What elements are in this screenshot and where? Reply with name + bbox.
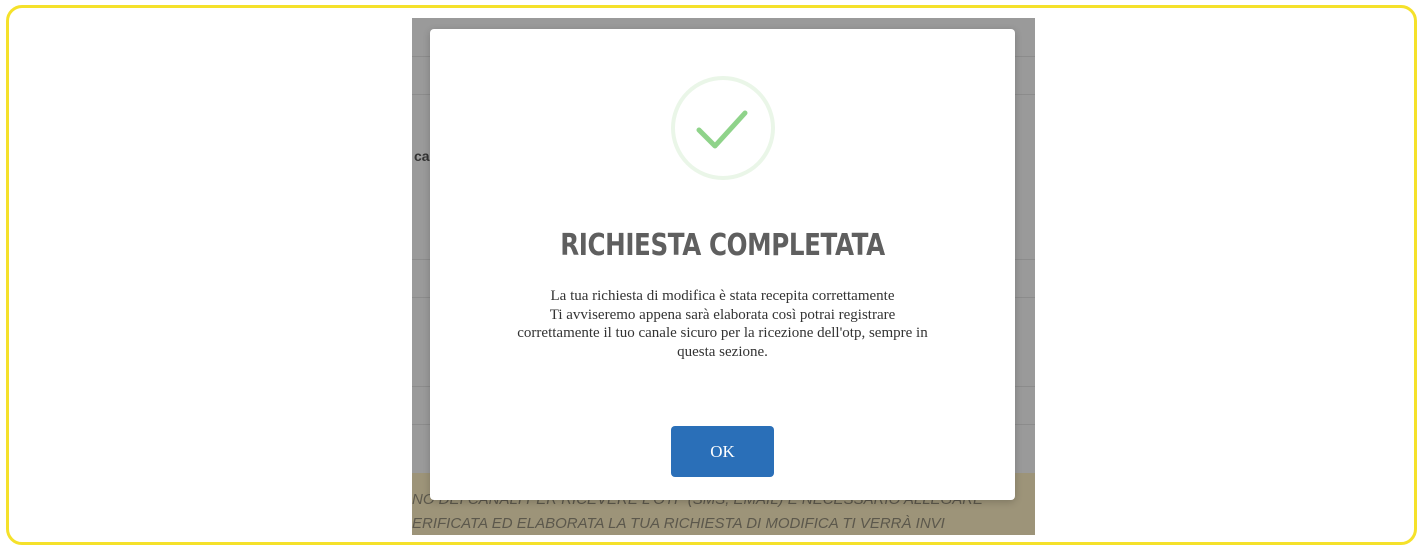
dialog-title: RICHIESTA COMPLETATA <box>560 228 885 263</box>
success-dialog: RICHIESTA COMPLETATA La tua richiesta di… <box>430 29 1015 500</box>
notice-line: ERIFICATA ED ELABORATA LA TUA RICHIESTA … <box>412 515 945 532</box>
message-line: correttamente il tuo canale sicuro per l… <box>517 325 928 341</box>
success-checkmark-icon <box>671 76 775 180</box>
message-line: Ti avviseremo appena sarà elaborata così… <box>549 306 896 323</box>
dialog-message: La tua richiesta di modifica è stata rec… <box>458 287 987 361</box>
message-line: La tua richiesta di modifica è stata rec… <box>550 288 895 304</box>
message-line: questa sezione. <box>677 343 768 360</box>
ok-button[interactable]: OK <box>671 426 774 477</box>
